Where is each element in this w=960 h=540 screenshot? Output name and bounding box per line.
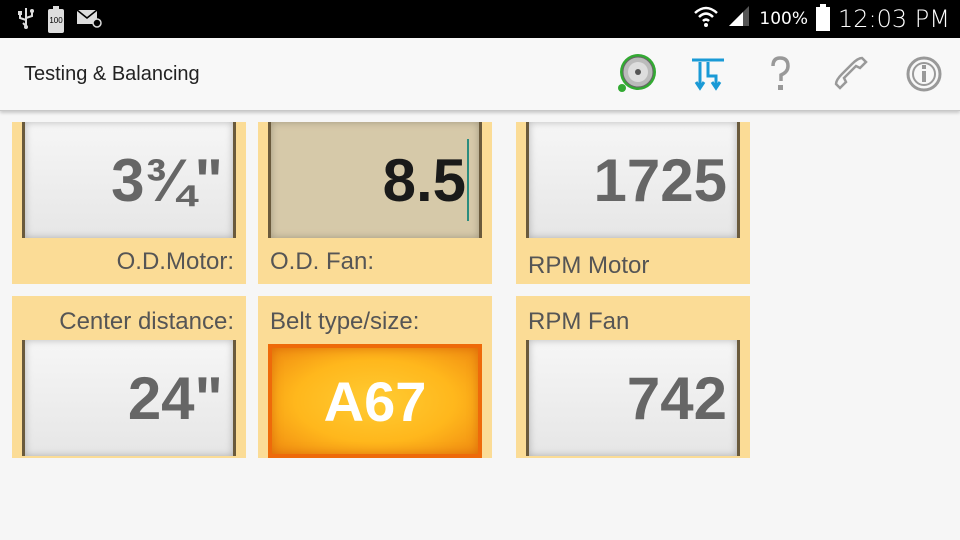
wifi-icon xyxy=(693,4,719,33)
signal-icon xyxy=(727,4,751,33)
rpm-fan-tile[interactable]: RPM Fan 742 xyxy=(516,296,750,458)
disc-icon[interactable] xyxy=(614,52,658,96)
usb-icon xyxy=(16,6,36,35)
rpm-motor-label: RPM Motor xyxy=(528,252,650,279)
belt-result[interactable]: A67 xyxy=(268,344,482,458)
battery-percent: 100% xyxy=(759,8,809,29)
rpm-motor-tile[interactable]: 1725 RPM Motor xyxy=(516,122,750,284)
od-motor-tile[interactable]: 3¾" O.D.Motor: xyxy=(12,122,246,284)
rpm-fan-label: RPM Fan xyxy=(528,308,630,335)
od-motor-value[interactable]: 3¾" xyxy=(22,122,236,238)
od-motor-label: O.D.Motor: xyxy=(116,248,234,275)
action-bar: Testing & Balancing xyxy=(0,38,960,111)
center-distance-tile[interactable]: Center distance: 24" xyxy=(12,296,246,458)
rpm-motor-value[interactable]: 1725 xyxy=(526,122,740,238)
od-fan-label: O.D. Fan: xyxy=(270,248,375,275)
phone-icon[interactable] xyxy=(830,52,874,96)
clock: 12:03 PM xyxy=(838,4,950,33)
belt-label: Belt type/size: xyxy=(270,308,420,335)
center-distance-label: Center distance: xyxy=(59,308,234,335)
od-fan-tile[interactable]: 8.5 O.D. Fan: xyxy=(258,122,492,284)
app-title: Testing & Balancing xyxy=(24,63,200,85)
battery-small-label: 100 xyxy=(49,15,63,25)
help-icon[interactable] xyxy=(758,52,802,96)
battery-small-icon: 100 xyxy=(48,5,64,33)
rpm-fan-value[interactable]: 742 xyxy=(526,340,740,456)
od-fan-value: 8.5 xyxy=(382,146,466,214)
mail-icon xyxy=(76,8,102,33)
battery-icon xyxy=(816,3,831,31)
info-icon[interactable] xyxy=(902,52,946,96)
status-bar: 100 100% 12:03 PM xyxy=(0,0,960,38)
text-cursor xyxy=(467,139,469,221)
belt-tile[interactable]: Belt type/size: A67 xyxy=(258,296,492,458)
center-distance-value[interactable]: 24" xyxy=(22,340,236,456)
transfer-icon[interactable] xyxy=(686,52,730,96)
od-fan-input[interactable]: 8.5 xyxy=(268,122,482,238)
